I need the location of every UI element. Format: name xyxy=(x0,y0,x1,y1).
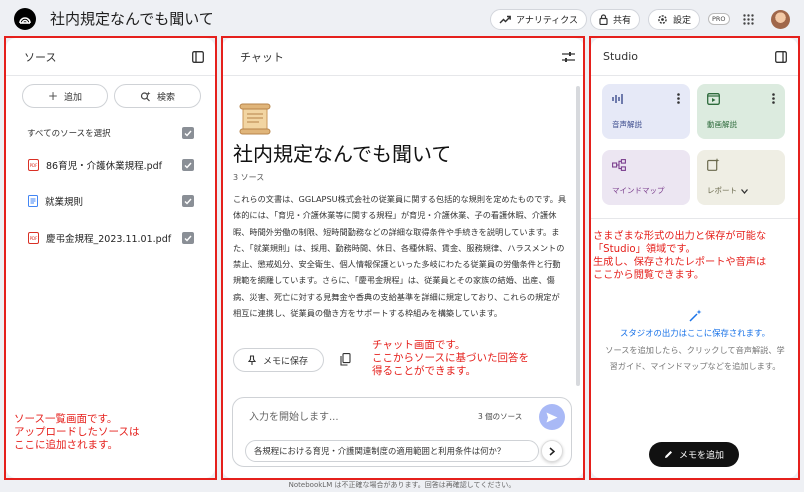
collapse-panel-icon[interactable] xyxy=(192,51,204,63)
mind-map-label: マインドマップ xyxy=(612,186,665,195)
video-overview-label: 動画解説 xyxy=(707,120,737,129)
magic-wand-icon xyxy=(689,309,702,322)
settings-label: 設定 xyxy=(673,16,692,26)
source-checkbox[interactable] xyxy=(182,195,194,207)
check-icon xyxy=(184,130,192,137)
svg-text:PDF: PDF xyxy=(30,236,38,241)
chat-input[interactable]: 入力を開始します... xyxy=(249,408,339,423)
studio-divider xyxy=(591,218,798,219)
send-button[interactable] xyxy=(539,404,565,430)
settings-button[interactable]: 設定 xyxy=(648,9,701,30)
pdf-icon: PDF xyxy=(28,232,39,244)
check-icon xyxy=(184,198,192,205)
add-note-button[interactable]: メモを追加 xyxy=(649,442,739,467)
add-source-label: 追加 xyxy=(64,92,83,103)
pdf-icon: PDF xyxy=(28,159,39,171)
chevron-right-icon xyxy=(549,446,555,456)
scroll-emoji-icon xyxy=(239,103,271,135)
chat-header: チャット xyxy=(222,38,584,76)
studio-title: Studio xyxy=(603,50,639,63)
notebook-summary: これらの文書は、GGLAPSU株式会社の従業員に関する包括的な規則を定めたもので… xyxy=(233,194,567,319)
audio-overview-label: 音声解説 xyxy=(612,120,642,129)
analytics-button[interactable]: アナリティクス xyxy=(490,9,588,30)
source-name: 86育児・介護休業規程.pdf xyxy=(46,161,163,172)
suggested-question-chip[interactable]: 各規程における育児・介護関連制度の適用範囲と利用条件は何か？ xyxy=(245,440,539,462)
select-all-checkbox[interactable] xyxy=(182,127,194,139)
search-sparkle-icon xyxy=(140,91,151,101)
report-label: レポート xyxy=(707,186,737,195)
studio-empty-title: スタジオの出力はここに保存されます。 xyxy=(620,328,770,338)
gear-icon xyxy=(658,15,667,24)
pencil-icon xyxy=(664,451,672,458)
sources-title: ソース xyxy=(24,50,57,64)
tune-settings-icon[interactable] xyxy=(562,51,575,63)
chat-annotation: チャット画面です。 ここからソースに基づいた回答を 得ることができます。 xyxy=(372,339,529,377)
search-sources-button[interactable]: 検索 xyxy=(114,84,201,108)
source-name: 就業規則 xyxy=(45,197,84,208)
next-suggestion-button[interactable] xyxy=(541,440,563,462)
more-options-icon[interactable] xyxy=(772,93,775,104)
input-source-count: 3 個のソース xyxy=(478,412,523,421)
apps-grid-icon[interactable] xyxy=(743,14,754,25)
audio-waveform-icon xyxy=(612,94,623,104)
select-all-label: すべてのソースを選択 xyxy=(27,129,111,139)
share-button[interactable]: 共有 xyxy=(590,9,641,30)
studio-header: Studio xyxy=(591,38,798,76)
trending-up-icon xyxy=(499,15,511,24)
search-sources-label: 検索 xyxy=(156,92,175,103)
chat-scrollbar[interactable] xyxy=(576,86,580,386)
check-icon xyxy=(184,162,192,169)
doc-icon xyxy=(28,195,38,207)
add-note-label: メモを追加 xyxy=(678,451,724,461)
check-icon xyxy=(184,235,192,242)
avatar[interactable] xyxy=(771,10,790,29)
source-item[interactable]: PDF 86育児・介護休業規程.pdf xyxy=(28,158,162,172)
chevron-down-icon[interactable] xyxy=(741,189,748,194)
studio-annotation: さまざまな形式の出力と保存が可能な 「Studio」領域です。 生成し、保存され… xyxy=(593,231,767,281)
pin-icon xyxy=(248,355,256,365)
audio-overview-card[interactable]: 音声解説 xyxy=(602,84,690,139)
plus-icon: + xyxy=(47,89,59,103)
analytics-label: アナリティクス xyxy=(516,16,579,26)
save-to-note-label: メモに保存 xyxy=(263,356,309,367)
source-item[interactable]: 就業規則 xyxy=(28,194,83,208)
video-player-icon xyxy=(707,93,720,105)
sources-annotation: ソース一覧画面です。 アップロードしたソースは ここに追加されます。 xyxy=(14,413,140,451)
source-name: 慶弔金規程_2023.11.01.pdf xyxy=(46,234,172,245)
chat-heading: 社内規定なんでも聞いて xyxy=(233,142,452,166)
video-overview-card[interactable]: 動画解説 xyxy=(697,84,785,139)
studio-empty-desc: ソースを追加したら、クリックして音声解説、学習ガイド、マインドマップなどを追加し… xyxy=(605,345,785,371)
pro-badge: PRO xyxy=(708,13,730,25)
notebooklm-logo-icon[interactable] xyxy=(14,8,36,30)
report-card[interactable]: レポート xyxy=(697,150,785,205)
source-checkbox[interactable] xyxy=(182,232,194,244)
source-checkbox[interactable] xyxy=(182,159,194,171)
add-source-button[interactable]: + 追加 xyxy=(22,84,108,108)
notebook-title[interactable]: 社内規定なんでも聞いて xyxy=(50,8,214,29)
collapse-panel-icon[interactable] xyxy=(775,51,787,63)
lock-icon xyxy=(599,14,608,25)
source-count: 3 ソース xyxy=(233,173,265,182)
sources-panel: ソース + 追加 検索 すべてのソースを選択 PDF 86育児・介護休業規程.p… xyxy=(6,38,215,478)
mind-map-card[interactable]: マインドマップ xyxy=(602,150,690,205)
mind-map-icon xyxy=(612,159,626,171)
footer-disclaimer: NotebookLM は不正確な場合があります。回答は再確認してください。 xyxy=(288,481,516,489)
save-to-note-button[interactable]: メモに保存 xyxy=(233,348,324,372)
sources-header: ソース xyxy=(6,38,215,76)
svg-text:PDF: PDF xyxy=(30,163,38,168)
copy-icon[interactable] xyxy=(340,353,351,366)
share-label: 共有 xyxy=(613,16,632,26)
more-options-icon[interactable] xyxy=(677,93,680,104)
report-icon xyxy=(707,158,720,171)
send-icon xyxy=(546,412,558,422)
top-bar: 社内規定なんでも聞いて アナリティクス 共有 設定 PRO xyxy=(0,0,804,38)
chat-title: チャット xyxy=(240,50,284,64)
source-item[interactable]: PDF 慶弔金規程_2023.11.01.pdf xyxy=(28,231,171,245)
